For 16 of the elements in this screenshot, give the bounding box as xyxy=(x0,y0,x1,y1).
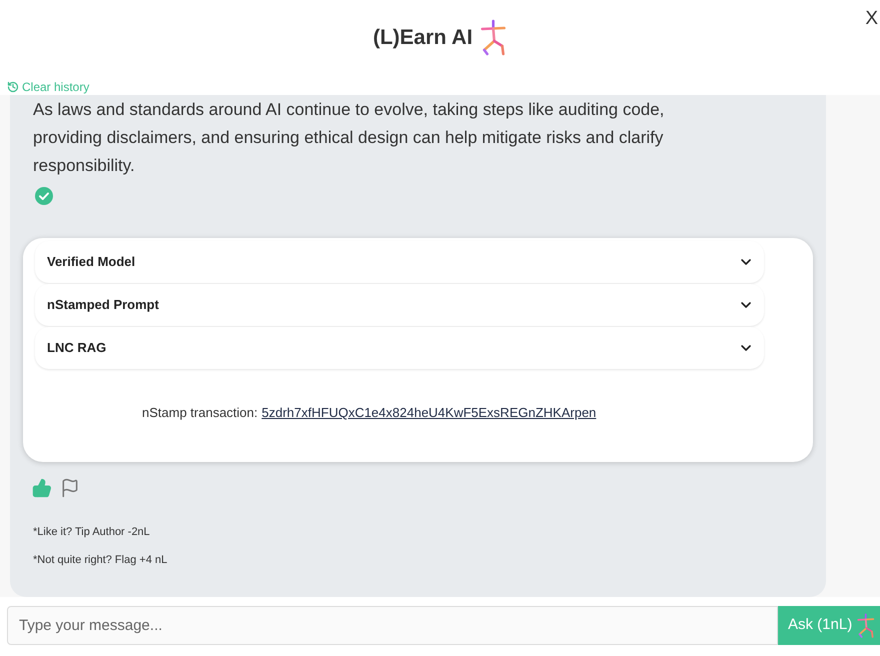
app-title: (L)Earn AI xyxy=(372,25,473,51)
tip-note: *Like it? Tip Author -2nL xyxy=(33,525,150,540)
transaction-link[interactable]: 5zdrh7xfHFUQxC1e4x824heU4KwF5ExsREGnZHKArpen xyxy=(262,404,596,422)
message-text: As laws and standards around AI continue to evolve, taking steps like auditing code, providing disclaimers, and ensuring ethical design can help mitigate risks and clarify responsibility. xyxy=(32,99,666,177)
stick-figure-icon xyxy=(856,612,876,638)
flag-icon[interactable] xyxy=(60,478,80,498)
accordion-item[interactable]: LNC RAG xyxy=(35,327,764,369)
accordion-item[interactable]: Verified Model xyxy=(35,241,764,283)
stick-figure-logo-icon xyxy=(478,19,508,57)
tip-note: *Not quite right? Flag +4 nL xyxy=(33,553,168,568)
close-button[interactable]: X xyxy=(864,8,879,30)
thumbs-up-icon[interactable] xyxy=(32,478,52,498)
transaction-label: nStamp transaction: xyxy=(142,404,258,422)
accordion-item[interactable]: nStamped Prompt xyxy=(35,284,764,326)
message-input[interactable]: Type your message... xyxy=(7,606,778,645)
history-icon xyxy=(7,81,19,93)
